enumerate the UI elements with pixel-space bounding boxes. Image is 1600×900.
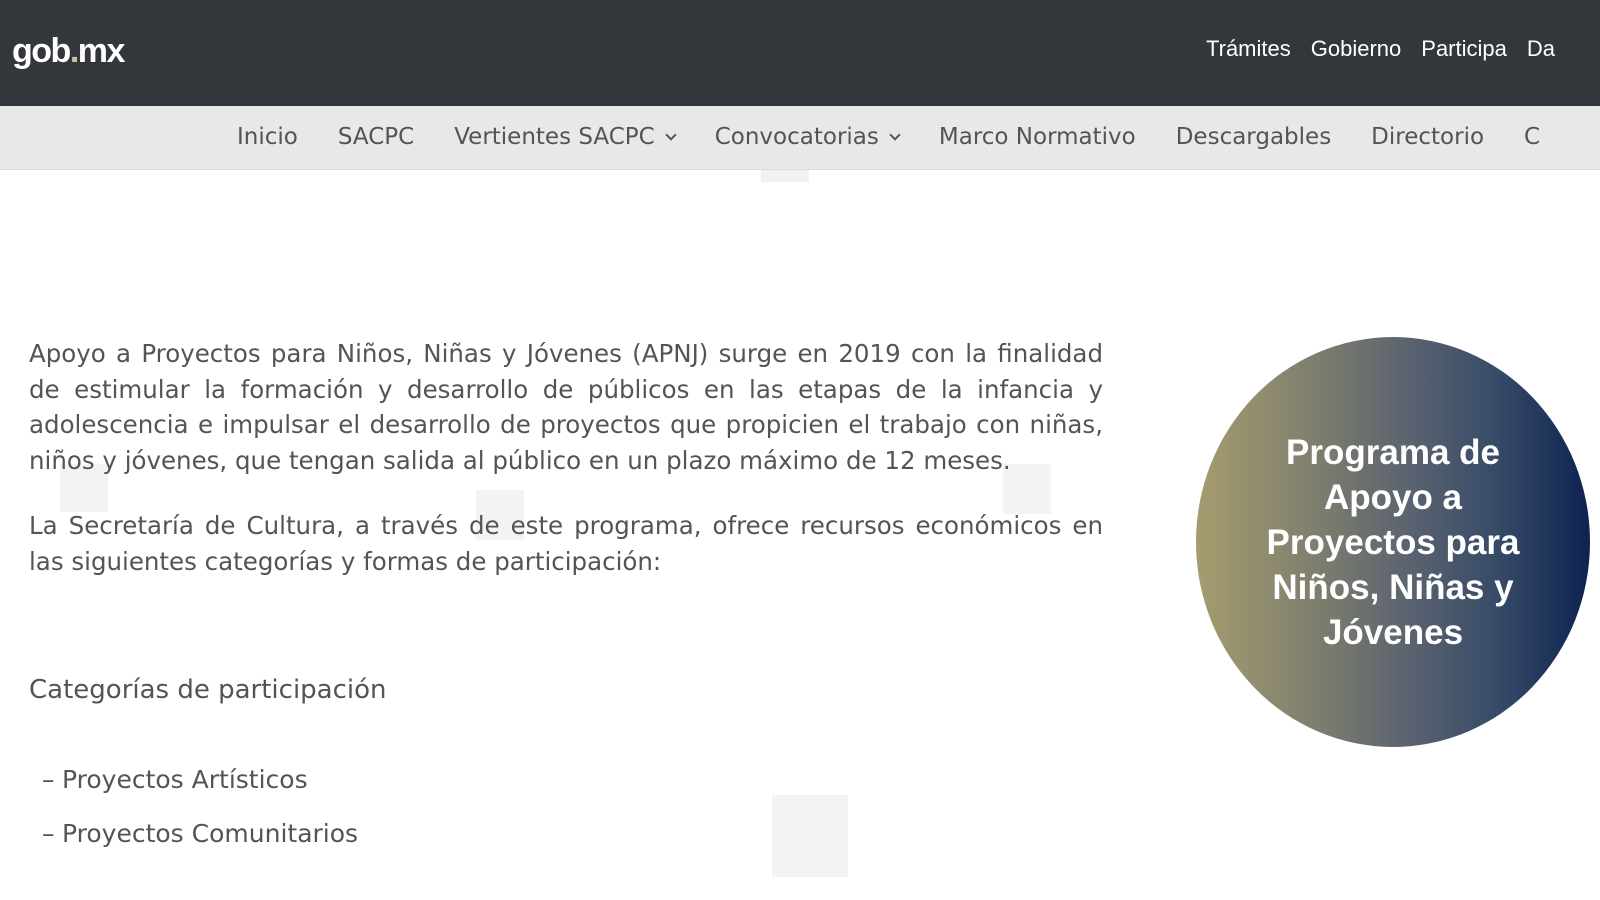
subnav-item-sacpc[interactable]: SACPC [338, 120, 414, 154]
subnav-item-marco-normativo[interactable]: Marco Normativo [939, 120, 1136, 154]
list-dash: – [42, 765, 55, 794]
subnav-item-vertientes[interactable]: Vertientes SACPC [454, 120, 677, 154]
subnav-item-contacto[interactable]: C [1524, 120, 1540, 154]
subnav-item-label: SACPC [337, 124, 415, 150]
subnav-item-descargables[interactable]: Descargables [1176, 120, 1331, 154]
program-description: Apoyo a Proyectos para Niños, Niñas y Jó… [29, 336, 1103, 579]
top-nav-gobierno[interactable]: Gobierno [1311, 36, 1402, 62]
subnav-item-convocatorias[interactable]: Convocatorias [714, 120, 901, 154]
badge-line: Proyectos para [1266, 522, 1520, 562]
subnav-item-label: Descargables [1175, 124, 1332, 150]
subnav-item-label: Directorio [1371, 124, 1485, 150]
top-header: gob.mx Trámites Gobierno Participa Da [0, 0, 1600, 106]
section-navigation: Inicio SACPC Vertientes SACPC Convocatorias… [0, 106, 1600, 170]
list-item-label: Proyectos Artísticos [62, 765, 308, 794]
subnav-item-label: Vertientes SACPC [454, 124, 655, 150]
intro-paragraph: Apoyo a Proyectos para Niños, Niñas y Jó… [29, 339, 1103, 475]
subnav-item-label: Marco Normativo [938, 124, 1136, 150]
logo-main: gob [12, 32, 71, 70]
offer-paragraph: La Secretaría de Cultura, a través de es… [29, 511, 1103, 576]
list-item-label: Proyectos Comunitarios [62, 819, 359, 848]
categories-heading: Categorías de participación [29, 675, 387, 705]
top-navigation: Trámites Gobierno Participa Da [1206, 36, 1575, 70]
badge-line: Jóvenes [1322, 612, 1464, 652]
logo-suffix: mx [77, 32, 126, 70]
program-badge-text: Programa de Apoyo a Proyectos para Niños… [1243, 430, 1543, 655]
subnav-item-label: Convocatorias [714, 124, 879, 150]
program-badge: Programa de Apoyo a Proyectos para Niños… [1196, 337, 1590, 747]
logo-dot: . [69, 32, 79, 70]
list-item: – Proyectos Artísticos [42, 762, 358, 816]
subnav-item-label: C [1524, 124, 1541, 150]
subnav-item-inicio[interactable]: Inicio [237, 120, 298, 154]
chevron-down-icon [665, 129, 677, 141]
badge-line: Programa de [1286, 432, 1500, 472]
nav-tab-marker [761, 170, 809, 182]
decorative-square [772, 795, 848, 877]
badge-line: Niños, Niñas y [1272, 567, 1514, 607]
top-nav-tramites[interactable]: Trámites [1206, 36, 1291, 62]
top-nav-datos[interactable]: Da [1527, 36, 1555, 62]
top-nav-participa[interactable]: Participa [1421, 36, 1507, 62]
subnav-item-label: Inicio [237, 124, 298, 150]
list-dash: – [42, 819, 55, 848]
subnav-item-directorio[interactable]: Directorio [1371, 120, 1484, 154]
badge-line: Apoyo a [1323, 477, 1463, 517]
gobmx-logo[interactable]: gob.mx [12, 32, 126, 71]
categories-list: – Proyectos Artísticos – Proyectos Comunit… [42, 762, 358, 870]
chevron-down-icon [889, 129, 901, 141]
list-item: – Proyectos Comunitarios [42, 816, 358, 870]
